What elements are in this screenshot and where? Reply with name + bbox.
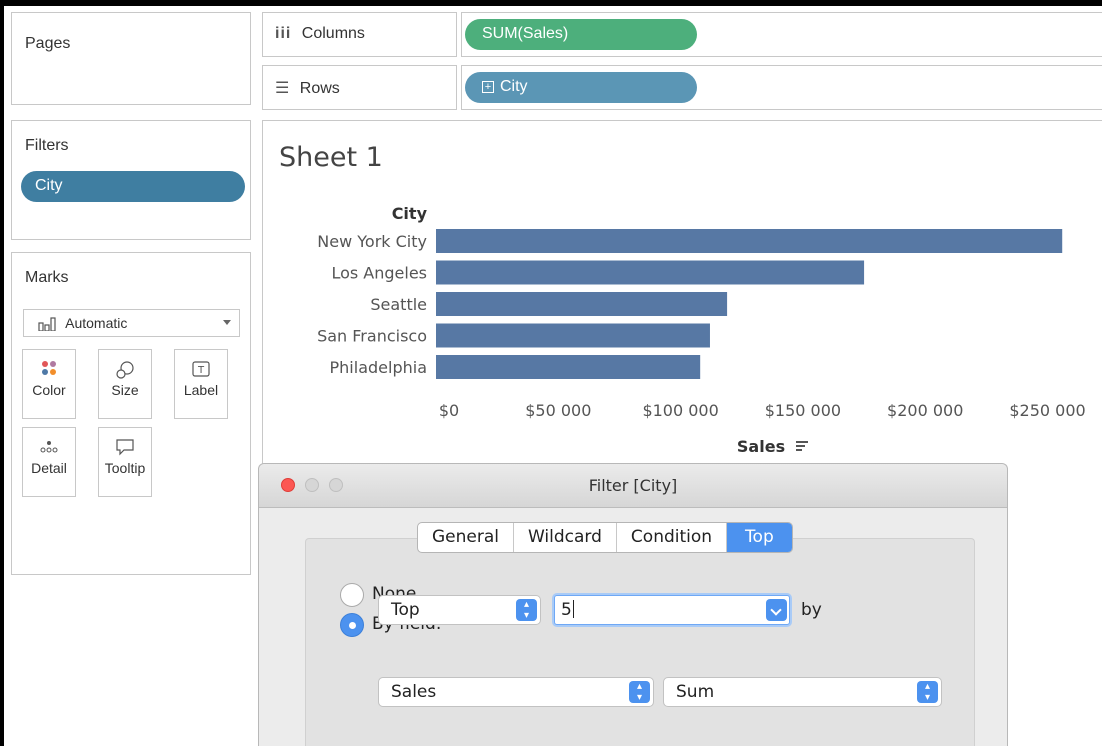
sales-bar-chart: City New York City Los Angeles Seattle San F… xyxy=(317,204,1086,456)
row-header-city: City xyxy=(392,204,428,223)
tab-general[interactable]: General xyxy=(418,523,514,552)
x-tick-label: $50 000 xyxy=(525,401,591,420)
text-cursor xyxy=(572,600,574,618)
count-value: 5 xyxy=(561,600,572,620)
count-input[interactable]: 5 xyxy=(554,595,790,625)
stepper-icon: ▴ ▾ xyxy=(917,681,938,703)
filter-tabs: General Wildcard Condition Top xyxy=(417,522,793,553)
aggregation-select[interactable]: Sum ▴ ▾ xyxy=(663,677,942,707)
category-label: New York City xyxy=(317,232,427,251)
bar xyxy=(436,292,728,316)
tab-condition[interactable]: Condition xyxy=(617,523,728,552)
category-label: Seattle xyxy=(370,295,427,314)
x-axis-title: Sales xyxy=(737,437,785,456)
x-tick-label: $100 000 xyxy=(642,401,718,420)
radio-none[interactable] xyxy=(340,583,364,607)
x-tick-label: $250 000 xyxy=(1009,401,1085,420)
field-value: Sales xyxy=(391,682,437,702)
tab-content-box xyxy=(305,538,975,746)
dialog-title: Filter [City] xyxy=(588,476,678,495)
by-label: by xyxy=(801,600,822,620)
category-label: Philadelphia xyxy=(330,358,427,377)
tab-top[interactable]: Top xyxy=(727,523,792,552)
bar xyxy=(436,355,701,379)
bar xyxy=(436,323,710,348)
stepper-icon: ▴ ▾ xyxy=(516,599,537,621)
x-tick-label: $150 000 xyxy=(765,401,841,420)
category-label: San Francisco xyxy=(317,327,427,346)
tab-wildcard[interactable]: Wildcard xyxy=(514,523,617,552)
field-select[interactable]: Sales ▴ ▾ xyxy=(378,677,654,707)
x-tick-label: $0 xyxy=(439,401,459,420)
dialog-titlebar[interactable]: Filter [City] xyxy=(259,464,1007,508)
radio-by-field[interactable] xyxy=(340,613,364,637)
x-tick-label: $200 000 xyxy=(887,401,963,420)
bar xyxy=(436,229,1063,253)
chevron-down-icon[interactable] xyxy=(766,599,787,621)
stepper-icon: ▴ ▾ xyxy=(629,681,650,703)
top-bottom-value: Top xyxy=(391,600,420,620)
aggregation-value: Sum xyxy=(676,682,715,702)
top-bottom-select[interactable]: Top ▴ ▾ xyxy=(378,595,541,625)
bar xyxy=(436,260,865,285)
category-label: Los Angeles xyxy=(331,264,427,283)
sort-descending-icon[interactable] xyxy=(796,441,808,451)
